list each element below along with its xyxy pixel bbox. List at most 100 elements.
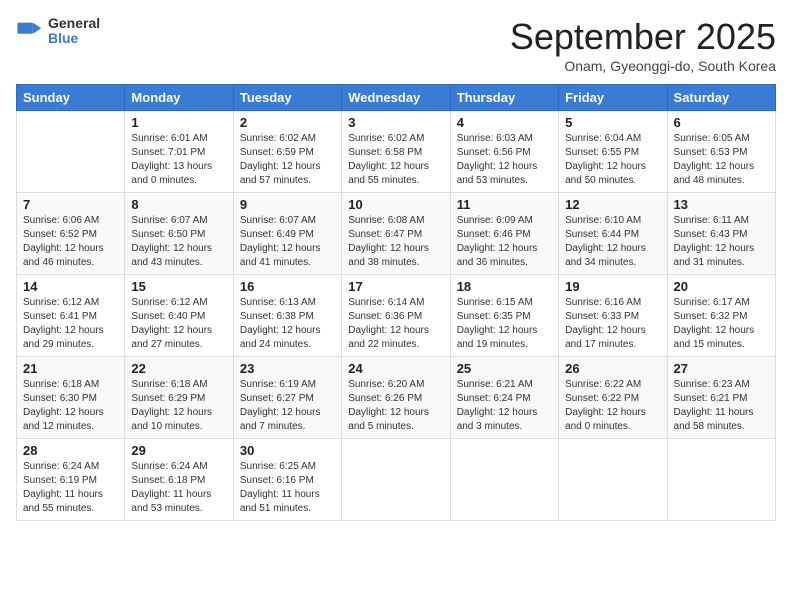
day-info: Sunrise: 6:03 AM Sunset: 6:56 PM Dayligh… xyxy=(457,132,552,188)
location: Onam, Gyeonggi-do, South Korea xyxy=(510,58,776,74)
day-info: Sunrise: 6:09 AM Sunset: 6:46 PM Dayligh… xyxy=(457,214,552,270)
calendar-cell xyxy=(450,439,558,521)
day-info: Sunrise: 6:01 AM Sunset: 7:01 PM Dayligh… xyxy=(131,132,226,188)
day-number: 15 xyxy=(131,279,226,294)
calendar-cell: 11 Sunrise: 6:09 AM Sunset: 6:46 PM Dayli… xyxy=(450,193,558,275)
calendar-cell: 19 Sunrise: 6:16 AM Sunset: 6:33 PM Dayli… xyxy=(559,275,667,357)
calendar-cell: 9 Sunrise: 6:07 AM Sunset: 6:49 PM Daylig… xyxy=(233,193,341,275)
calendar-cell xyxy=(667,439,775,521)
logo-blue: Blue xyxy=(48,31,100,46)
calendar-cell: 6 Sunrise: 6:05 AM Sunset: 6:53 PM Daylig… xyxy=(667,111,775,193)
day-info: Sunrise: 6:24 AM Sunset: 6:18 PM Dayligh… xyxy=(131,460,226,516)
day-info: Sunrise: 6:12 AM Sunset: 6:40 PM Dayligh… xyxy=(131,296,226,352)
day-number: 4 xyxy=(457,115,552,130)
calendar-week-row: 28 Sunrise: 6:24 AM Sunset: 6:19 PM Dayli… xyxy=(17,439,776,521)
day-info: Sunrise: 6:21 AM Sunset: 6:24 PM Dayligh… xyxy=(457,378,552,434)
weekday-header-saturday: Saturday xyxy=(667,85,775,111)
calendar-week-row: 1 Sunrise: 6:01 AM Sunset: 7:01 PM Daylig… xyxy=(17,111,776,193)
day-number: 29 xyxy=(131,443,226,458)
day-info: Sunrise: 6:06 AM Sunset: 6:52 PM Dayligh… xyxy=(23,214,118,270)
day-number: 21 xyxy=(23,361,118,376)
day-info: Sunrise: 6:16 AM Sunset: 6:33 PM Dayligh… xyxy=(565,296,660,352)
page-header: General Blue September 2025 Onam, Gyeong… xyxy=(16,16,776,74)
day-info: Sunrise: 6:25 AM Sunset: 6:16 PM Dayligh… xyxy=(240,460,335,516)
day-number: 6 xyxy=(674,115,769,130)
day-number: 20 xyxy=(674,279,769,294)
calendar-cell: 20 Sunrise: 6:17 AM Sunset: 6:32 PM Dayli… xyxy=(667,275,775,357)
day-info: Sunrise: 6:04 AM Sunset: 6:55 PM Dayligh… xyxy=(565,132,660,188)
calendar-cell: 22 Sunrise: 6:18 AM Sunset: 6:29 PM Dayli… xyxy=(125,357,233,439)
calendar-cell: 1 Sunrise: 6:01 AM Sunset: 7:01 PM Daylig… xyxy=(125,111,233,193)
day-number: 22 xyxy=(131,361,226,376)
day-info: Sunrise: 6:11 AM Sunset: 6:43 PM Dayligh… xyxy=(674,214,769,270)
calendar-cell: 16Sunrise: 6:13 AM Sunset: 6:38 PM Dayli… xyxy=(233,275,341,357)
day-info: Sunrise: 6:02 AM Sunset: 6:58 PM Dayligh… xyxy=(348,132,443,188)
calendar-cell: 2Sunrise: 6:02 AM Sunset: 6:59 PM Daylig… xyxy=(233,111,341,193)
calendar-cell: 13Sunrise: 6:11 AM Sunset: 6:43 PM Dayli… xyxy=(667,193,775,275)
weekday-header-monday: Monday xyxy=(125,85,233,111)
day-number: 1 xyxy=(131,115,226,130)
calendar-cell: 15 Sunrise: 6:12 AM Sunset: 6:40 PM Dayli… xyxy=(125,275,233,357)
day-info: Sunrise: 6:07 AM Sunset: 6:49 PM Dayligh… xyxy=(240,214,335,270)
day-info: Sunrise: 6:05 AM Sunset: 6:53 PM Dayligh… xyxy=(674,132,769,188)
day-number: 5 xyxy=(565,115,660,130)
day-number: 7 xyxy=(23,197,118,212)
day-number: 11 xyxy=(457,197,552,212)
calendar-week-row: 7 Sunrise: 6:06 AM Sunset: 6:52 PM Daylig… xyxy=(17,193,776,275)
logo: General Blue xyxy=(16,16,100,47)
weekday-header-thursday: Thursday xyxy=(450,85,558,111)
weekday-header-friday: Friday xyxy=(559,85,667,111)
calendar-cell: 29 Sunrise: 6:24 AM Sunset: 6:18 PM Dayli… xyxy=(125,439,233,521)
day-info: Sunrise: 6:13 AM Sunset: 6:38 PM Dayligh… xyxy=(240,296,335,352)
logo-text: General Blue xyxy=(48,16,100,47)
day-number: 23 xyxy=(240,361,335,376)
day-number: 14 xyxy=(23,279,118,294)
weekday-header-row: SundayMondayTuesdayWednesdayThursdayFrid… xyxy=(17,85,776,111)
title-block: September 2025 Onam, Gyeonggi-do, South … xyxy=(510,16,776,74)
day-info: Sunrise: 6:24 AM Sunset: 6:19 PM Dayligh… xyxy=(23,460,118,516)
weekday-header-tuesday: Tuesday xyxy=(233,85,341,111)
calendar-cell xyxy=(559,439,667,521)
day-number: 28 xyxy=(23,443,118,458)
calendar-cell: 10 Sunrise: 6:08 AM Sunset: 6:47 PM Dayli… xyxy=(342,193,450,275)
day-number: 12 xyxy=(565,197,660,212)
day-number: 19 xyxy=(565,279,660,294)
calendar-cell: 30 Sunrise: 6:25 AM Sunset: 6:16 PM Dayli… xyxy=(233,439,341,521)
day-number: 24 xyxy=(348,361,443,376)
calendar-week-row: 14Sunrise: 6:12 AM Sunset: 6:41 PM Dayli… xyxy=(17,275,776,357)
calendar-cell: 4 Sunrise: 6:03 AM Sunset: 6:56 PM Daylig… xyxy=(450,111,558,193)
day-number: 3 xyxy=(348,115,443,130)
weekday-header-sunday: Sunday xyxy=(17,85,125,111)
logo-icon xyxy=(16,17,44,45)
calendar-cell: 24Sunrise: 6:20 AM Sunset: 6:26 PM Dayli… xyxy=(342,357,450,439)
logo-general: General xyxy=(48,16,100,31)
day-number: 9 xyxy=(240,197,335,212)
day-info: Sunrise: 6:08 AM Sunset: 6:47 PM Dayligh… xyxy=(348,214,443,270)
calendar-cell: 23 Sunrise: 6:19 AM Sunset: 6:27 PM Dayli… xyxy=(233,357,341,439)
calendar-cell: 21Sunrise: 6:18 AM Sunset: 6:30 PM Dayli… xyxy=(17,357,125,439)
calendar-cell: 17Sunrise: 6:14 AM Sunset: 6:36 PM Dayli… xyxy=(342,275,450,357)
calendar-cell xyxy=(342,439,450,521)
day-info: Sunrise: 6:10 AM Sunset: 6:44 PM Dayligh… xyxy=(565,214,660,270)
month-title: September 2025 xyxy=(510,16,776,58)
day-number: 10 xyxy=(348,197,443,212)
day-number: 30 xyxy=(240,443,335,458)
day-info: Sunrise: 6:22 AM Sunset: 6:22 PM Dayligh… xyxy=(565,378,660,434)
day-info: Sunrise: 6:18 AM Sunset: 6:29 PM Dayligh… xyxy=(131,378,226,434)
weekday-header-wednesday: Wednesday xyxy=(342,85,450,111)
day-number: 25 xyxy=(457,361,552,376)
day-info: Sunrise: 6:19 AM Sunset: 6:27 PM Dayligh… xyxy=(240,378,335,434)
calendar-cell: 5 Sunrise: 6:04 AM Sunset: 6:55 PM Daylig… xyxy=(559,111,667,193)
calendar-table: SundayMondayTuesdayWednesdayThursdayFrid… xyxy=(16,84,776,521)
day-info: Sunrise: 6:14 AM Sunset: 6:36 PM Dayligh… xyxy=(348,296,443,352)
calendar-cell: 8Sunrise: 6:07 AM Sunset: 6:50 PM Daylig… xyxy=(125,193,233,275)
day-info: Sunrise: 6:02 AM Sunset: 6:59 PM Dayligh… xyxy=(240,132,335,188)
day-info: Sunrise: 6:07 AM Sunset: 6:50 PM Dayligh… xyxy=(131,214,226,270)
day-info: Sunrise: 6:23 AM Sunset: 6:21 PM Dayligh… xyxy=(674,378,769,434)
calendar-cell: 26Sunrise: 6:22 AM Sunset: 6:22 PM Dayli… xyxy=(559,357,667,439)
calendar-cell xyxy=(17,111,125,193)
calendar-cell: 27Sunrise: 6:23 AM Sunset: 6:21 PM Dayli… xyxy=(667,357,775,439)
day-info: Sunrise: 6:17 AM Sunset: 6:32 PM Dayligh… xyxy=(674,296,769,352)
day-info: Sunrise: 6:15 AM Sunset: 6:35 PM Dayligh… xyxy=(457,296,552,352)
day-number: 18 xyxy=(457,279,552,294)
